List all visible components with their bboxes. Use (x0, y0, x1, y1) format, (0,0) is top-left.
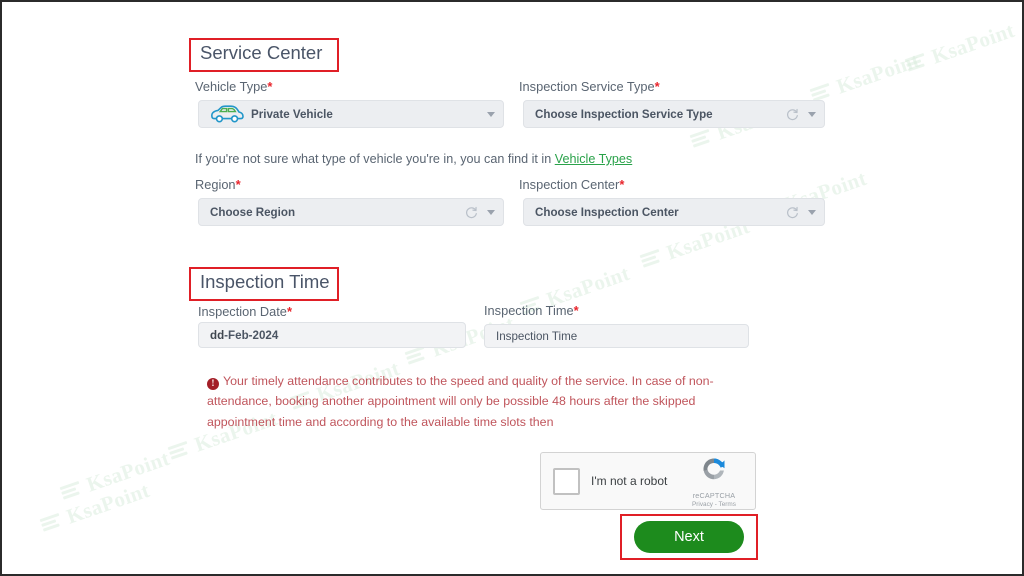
region-label-text: Region (195, 177, 236, 192)
exclamation-circle-icon: ! (207, 378, 219, 390)
region-placeholder: Choose Region (210, 205, 296, 219)
chevron-down-icon[interactable] (487, 209, 495, 215)
attendance-warning-text: Your timely attendance contributes to th… (207, 374, 714, 429)
vehicle-type-label-text: Vehicle Type (195, 79, 268, 94)
attendance-warning: ! Your timely attendance contributes to t… (207, 371, 717, 432)
refresh-spinner-icon[interactable] (786, 108, 799, 121)
inspection-center-placeholder: Choose Inspection Center (535, 205, 679, 219)
recaptcha-logo-icon (703, 458, 725, 480)
vehicle-type-label: Vehicle Type* (195, 79, 272, 94)
region-label: Region* (195, 177, 241, 192)
required-asterisk: * (654, 79, 660, 94)
required-asterisk: * (267, 79, 273, 94)
chevron-down-icon[interactable] (808, 111, 816, 117)
page-root: KsaPoint KsaPoint KsaPoint KsaPoint KsaP… (0, 0, 1024, 576)
recaptcha-label: I'm not a robot (591, 474, 668, 488)
inspection-service-type-select[interactable]: Choose Inspection Service Type (523, 100, 825, 128)
inspection-center-label: Inspection Center* (519, 177, 624, 192)
car-icon (211, 105, 244, 123)
inspection-center-label-text: Inspection Center (519, 177, 620, 192)
recaptcha-links[interactable]: Privacy - Terms (683, 501, 745, 508)
next-button[interactable]: Next (634, 521, 744, 553)
chevron-down-icon[interactable] (808, 209, 816, 215)
next-button-highlight: Next (620, 514, 758, 560)
service-center-heading: Service Center (189, 38, 339, 72)
inspection-service-type-label-text: Inspection Service Type (519, 79, 655, 94)
inspection-time-placeholder: Inspection Time (496, 329, 578, 343)
inspection-date-label: Inspection Date* (198, 304, 292, 319)
helper-prefix: If you're not sure what type of vehicle … (195, 152, 555, 166)
form-content: Service Center Vehicle Type* Private Veh… (2, 2, 1022, 574)
inspection-time-heading: Inspection Time (189, 267, 339, 301)
inspection-center-select[interactable]: Choose Inspection Center (523, 198, 825, 226)
refresh-spinner-icon[interactable] (786, 206, 799, 219)
required-asterisk: * (573, 303, 579, 318)
inspection-time-input[interactable]: Inspection Time (484, 324, 749, 348)
refresh-spinner-icon[interactable] (465, 206, 478, 219)
recaptcha-brand-name: reCAPTCHA (692, 491, 736, 500)
inspection-date-monthyear: -Feb-2024 (224, 328, 279, 342)
inspection-service-type-label: Inspection Service Type* (519, 79, 660, 94)
inspection-date-label-text: Inspection Date (198, 304, 287, 319)
required-asterisk: * (286, 304, 292, 319)
recaptcha-checkbox[interactable] (553, 467, 580, 495)
inspection-time-field-label-text: Inspection Time (484, 303, 574, 318)
inspection-date-value: dd-Feb-2024 (210, 329, 457, 342)
inspection-date-input[interactable]: dd-Feb-2024 (198, 322, 466, 348)
chevron-down-icon[interactable] (487, 111, 495, 117)
inspection-time-heading-label: Inspection Time (200, 271, 330, 292)
recaptcha-widget[interactable]: I'm not a robot reCAPTCHA Privacy - Term… (540, 452, 756, 510)
service-center-heading-label: Service Center (200, 42, 323, 63)
vehicle-type-select[interactable]: Private Vehicle (198, 100, 504, 128)
region-select[interactable]: Choose Region (198, 198, 504, 226)
vehicle-type-value: Private Vehicle (251, 107, 333, 121)
recaptcha-brand: reCAPTCHA Privacy - Terms (683, 454, 745, 508)
inspection-service-type-placeholder: Choose Inspection Service Type (535, 107, 713, 121)
vehicle-type-helper-text: If you're not sure what type of vehicle … (195, 152, 632, 166)
required-asterisk: * (235, 177, 241, 192)
inspection-time-field-label: Inspection Time* (484, 303, 579, 318)
inspection-date-day: dd (210, 328, 225, 342)
required-asterisk: * (619, 177, 625, 192)
vehicle-types-link[interactable]: Vehicle Types (555, 152, 632, 166)
